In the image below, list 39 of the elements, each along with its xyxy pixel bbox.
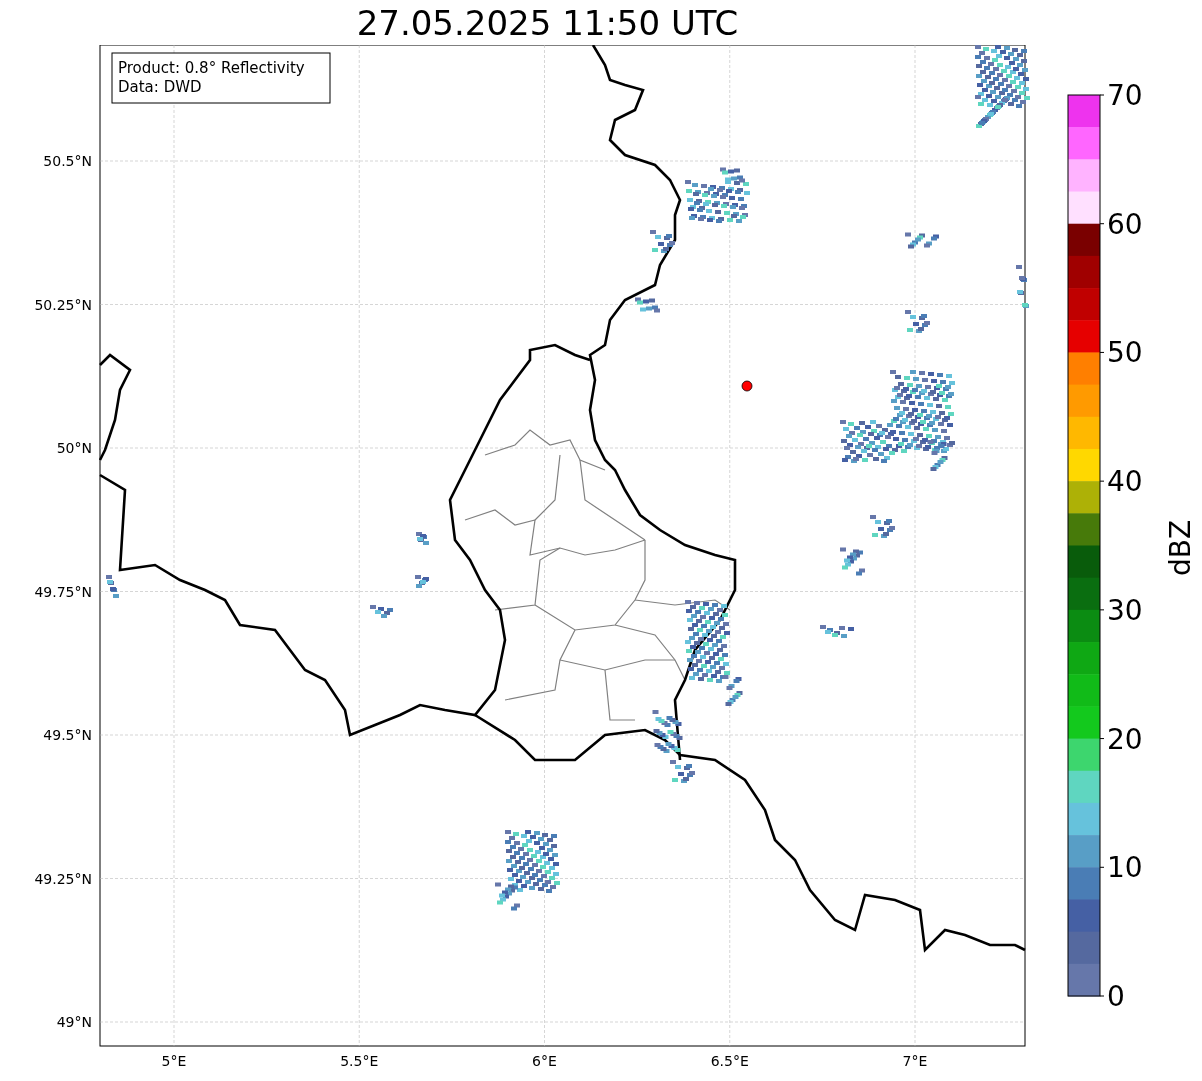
colorbar-tick-label: 30 <box>1107 593 1143 627</box>
colorbar-tick-label: 70 <box>1107 79 1143 112</box>
latitude-label: 49.75°N <box>34 583 92 600</box>
precipitation-echo <box>870 515 895 538</box>
latitude-label: 50°N <box>56 440 92 456</box>
precipitation-echo <box>106 575 119 598</box>
info-text: Data: DWD <box>118 78 202 96</box>
latitude-label: 49.25°N <box>34 870 92 887</box>
colorbar-tick-label: 0 <box>1107 980 1125 1013</box>
colorbar-tick-label: 10 <box>1107 851 1143 885</box>
info-text: Product: 0.8° Reflectivity <box>118 59 305 77</box>
latitude-label: 50.25°N <box>34 296 92 313</box>
precipitation-echo <box>650 230 675 253</box>
precipitation-echo <box>670 760 695 783</box>
latitude-label: 49°N <box>56 1014 92 1030</box>
precipitation-echo <box>905 232 939 249</box>
latitude-label: 49.5°N <box>43 727 92 743</box>
longitude-label: 7°E <box>902 1053 928 1069</box>
longitude-label: 5°E <box>161 1053 187 1069</box>
colorbar-title: dBZ <box>1164 519 1197 577</box>
colorbar-tick-label: 40 <box>1107 465 1143 499</box>
longitude-label: 6°E <box>532 1053 557 1069</box>
latitude-label: 50.5°N <box>43 153 92 169</box>
precipitation-echo <box>905 310 930 333</box>
longitude-label: 6.5°E <box>710 1053 749 1069</box>
colorbar-tick-label: 50 <box>1107 336 1143 370</box>
precipitation-echo <box>1016 265 1029 308</box>
plot-title: 27.05.2025 11:50 UTC <box>356 2 739 43</box>
longitude-label: 5.5°E <box>340 1053 379 1069</box>
precipitation-echo <box>415 575 429 588</box>
colorbar-tick-label: 20 <box>1107 722 1143 756</box>
precipitation-echo <box>416 532 429 545</box>
precipitation-echo <box>820 625 854 638</box>
radar-site-marker <box>741 380 753 392</box>
precipitation-echo <box>840 547 865 576</box>
precipitation-echo <box>635 297 660 313</box>
colorbar-tick-label: 60 <box>1107 207 1143 241</box>
precipitation-echo <box>652 710 683 753</box>
precipitation-echo <box>370 605 393 618</box>
